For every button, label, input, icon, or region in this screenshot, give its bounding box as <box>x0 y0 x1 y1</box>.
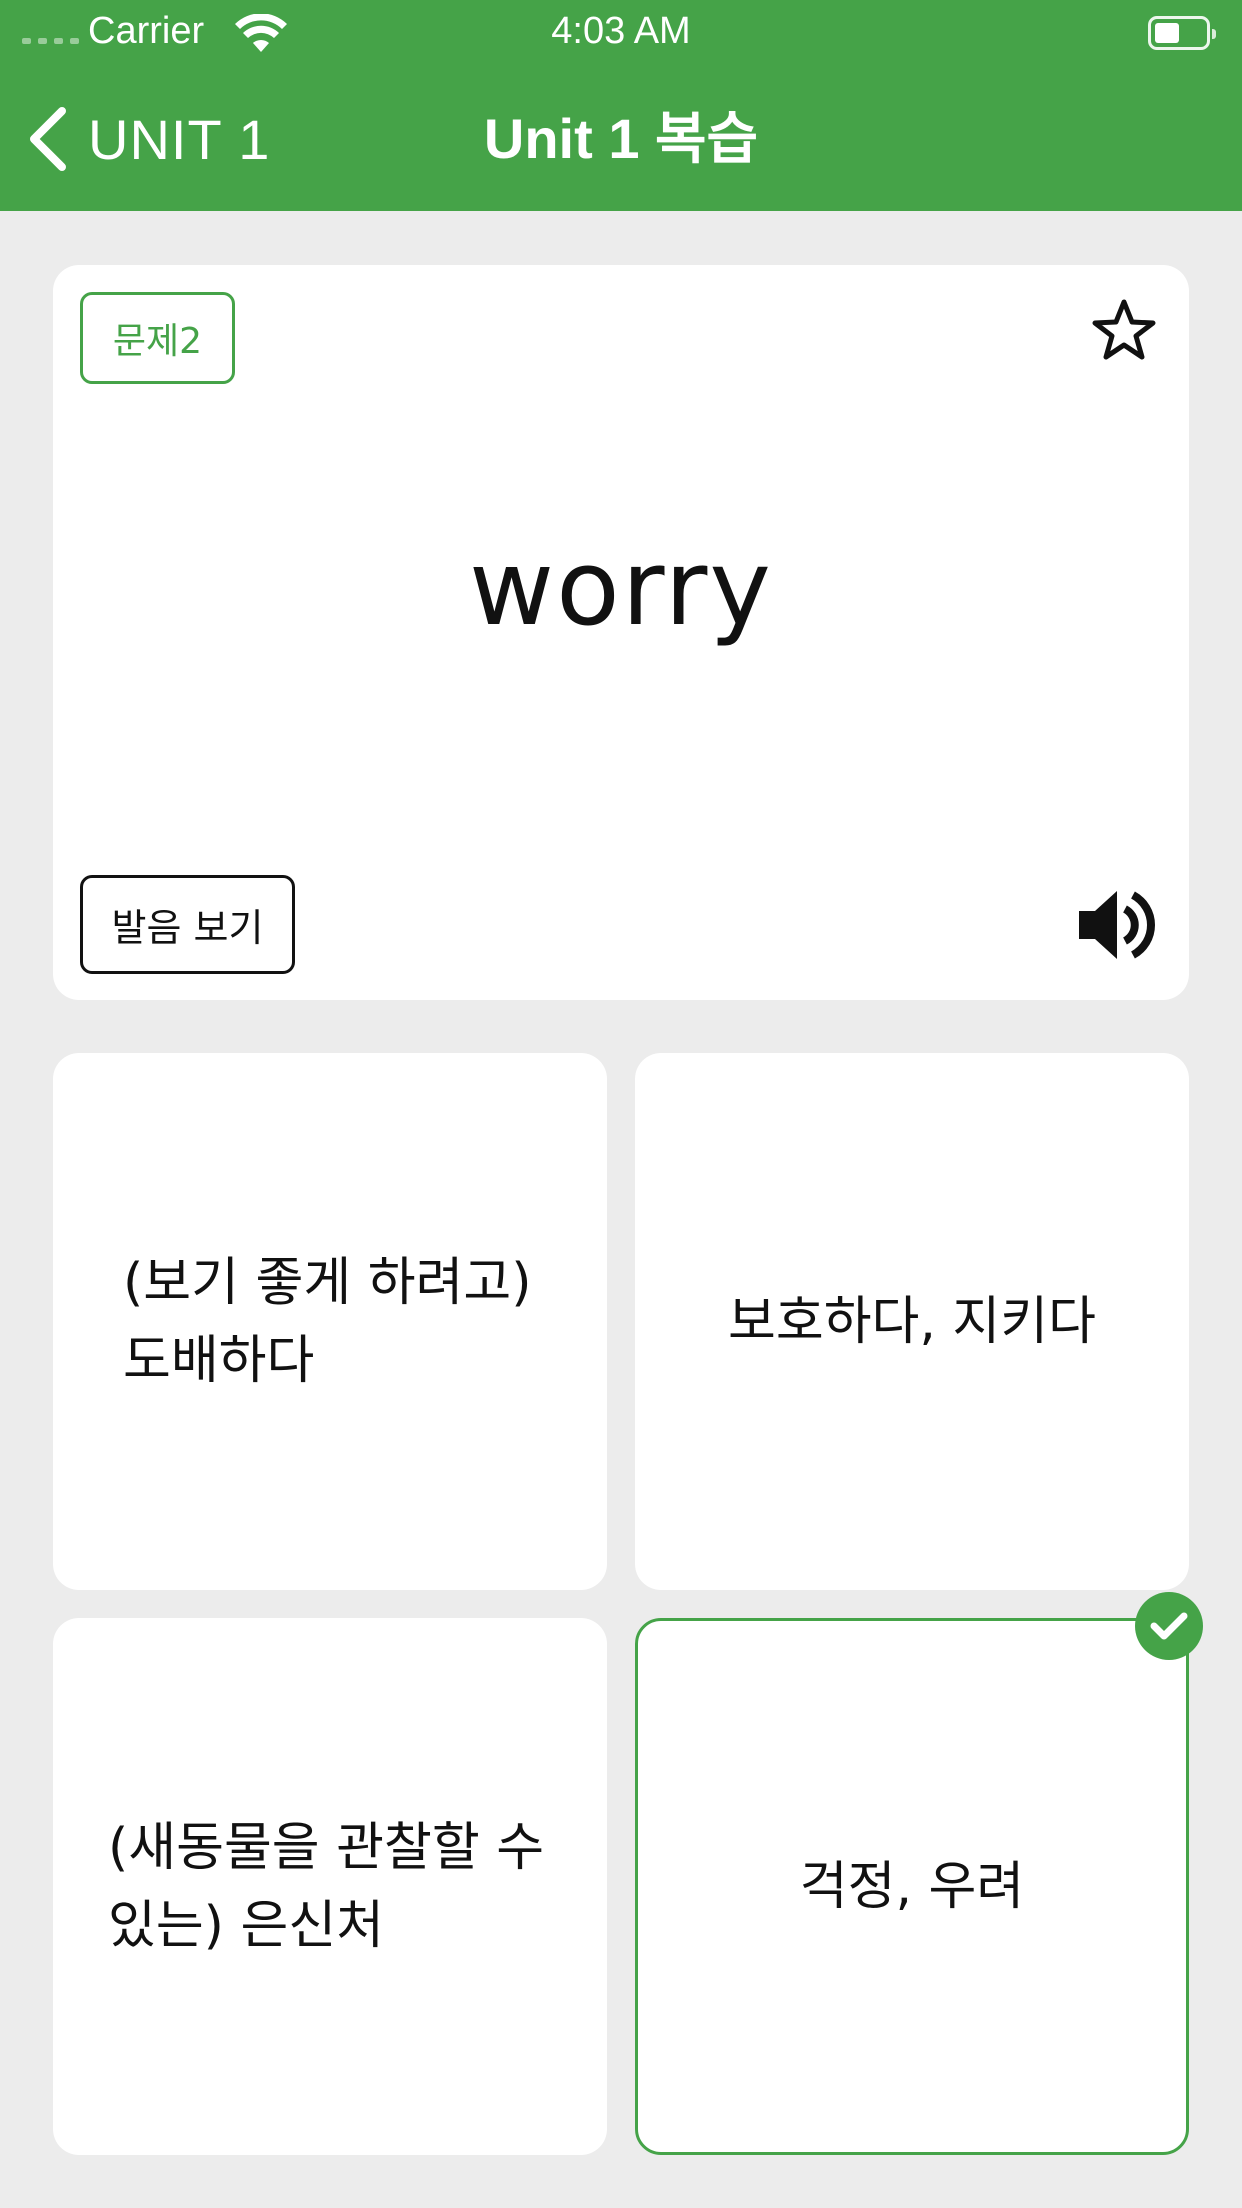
status-time: 4:03 AM <box>551 10 691 52</box>
star-icon[interactable] <box>1091 298 1157 362</box>
checkmark-icon <box>1135 1592 1203 1660</box>
answer-option-text: (새동물을 관찰할 수 있는) 은신처 <box>108 1817 545 1956</box>
page-title: Unit 1 복습 <box>483 107 759 170</box>
answer-option-2[interactable]: 보호하다, 지키다 <box>635 1053 1189 1590</box>
speaker-icon[interactable] <box>1075 887 1155 963</box>
answer-option-4-selected[interactable]: 걱정, 우려 <box>635 1618 1189 2155</box>
answer-option-text: 보호하다, 지키다 <box>728 1291 1096 1352</box>
navigation-bar: UNIT 1 Unit 1 복습 <box>0 64 1242 211</box>
show-pronunciation-button[interactable]: 발음 보기 <box>80 875 295 974</box>
answer-option-text: (보기 좋게 하려고) 도배하다 <box>123 1252 532 1391</box>
question-number-badge: 문제2 <box>80 292 235 384</box>
answer-option-text: 걱정, 우려 <box>799 1856 1025 1917</box>
answer-option-3[interactable]: (새동물을 관찰할 수 있는) 은신처 <box>53 1618 607 2155</box>
answer-option-1[interactable]: (보기 좋게 하려고) 도배하다 <box>53 1053 607 1590</box>
battery-icon <box>1148 16 1216 50</box>
question-card: 문제2 worry 발음 보기 <box>53 265 1189 1000</box>
status-bar: Carrier 4:03 AM <box>0 0 1242 64</box>
vocabulary-word: worry <box>469 527 773 649</box>
